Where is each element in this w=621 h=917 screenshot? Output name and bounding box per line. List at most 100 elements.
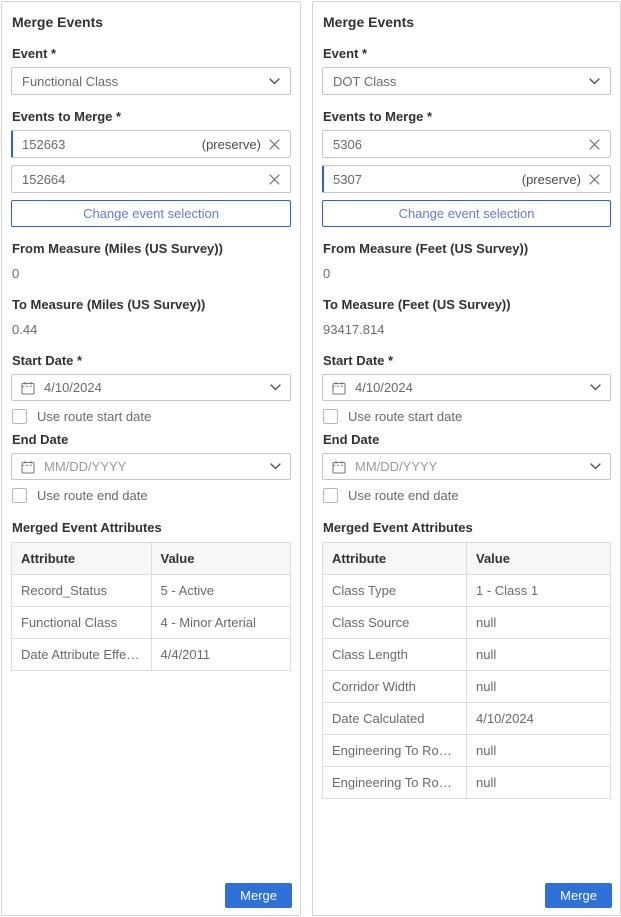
value-cell: 5 - Active	[151, 575, 291, 607]
end-date-label: End Date	[12, 432, 291, 447]
attribute-cell: Engineering To Route ...	[323, 767, 467, 799]
table-row: Class Type 1 - Class 1	[323, 575, 611, 607]
use-route-end-date-row: Use route end date	[12, 488, 291, 503]
use-route-end-date-checkbox[interactable]	[323, 488, 338, 503]
event-select-value: Functional Class	[22, 74, 118, 89]
attribute-cell: Date Attribute Effective	[12, 639, 152, 671]
panel-title: Merge Events	[12, 14, 291, 30]
attribute-column-header: Attribute	[12, 543, 152, 575]
merge-events-panel-dot-class: Merge Events Event * DOT Class Events to…	[312, 1, 621, 916]
close-icon[interactable]	[269, 174, 280, 185]
table-row: Class Length null	[323, 639, 611, 671]
to-measure-label: To Measure (Miles (US Survey))	[12, 297, 291, 312]
close-icon[interactable]	[589, 139, 600, 150]
value-cell: null	[467, 735, 611, 767]
value-cell: 4/4/2011	[151, 639, 291, 671]
calendar-icon	[332, 460, 346, 474]
from-measure-label: From Measure (Feet (US Survey))	[323, 241, 611, 256]
calendar-icon	[21, 460, 35, 474]
table-row: Date Attribute Effective 4/4/2011	[12, 639, 291, 671]
value-cell: 1 - Class 1	[467, 575, 611, 607]
use-route-start-date-checkbox[interactable]	[12, 409, 27, 424]
events-to-merge-label: Events to Merge *	[323, 109, 611, 124]
start-date-input[interactable]: 4/10/2024	[322, 374, 611, 401]
use-route-start-date-label: Use route start date	[348, 409, 462, 424]
use-route-end-date-checkbox[interactable]	[12, 488, 27, 503]
events-to-merge-label: Events to Merge *	[12, 109, 291, 124]
table-header-row: Attribute Value	[12, 543, 291, 575]
chevron-down-icon	[590, 384, 601, 391]
panel-title: Merge Events	[323, 14, 611, 30]
close-icon[interactable]	[589, 174, 600, 185]
event-label: Event *	[12, 46, 291, 61]
use-route-start-date-row: Use route start date	[323, 409, 611, 424]
calendar-icon	[21, 381, 35, 395]
attribute-cell: Class Type	[323, 575, 467, 607]
value-cell: null	[467, 671, 611, 703]
merge-button[interactable]: Merge	[225, 883, 292, 908]
use-route-start-date-checkbox[interactable]	[323, 409, 338, 424]
chevron-down-icon	[589, 78, 600, 85]
start-date-value: 4/10/2024	[355, 380, 413, 395]
attribute-cell: Date Calculated	[323, 703, 467, 735]
to-measure-value: 0.44	[12, 322, 291, 337]
to-measure-label: To Measure (Feet (US Survey))	[323, 297, 611, 312]
use-route-start-date-row: Use route start date	[12, 409, 291, 424]
chevron-down-icon	[270, 463, 281, 470]
merged-event-attributes-table: Attribute Value Class Type 1 - Class 1 C…	[322, 542, 611, 799]
attribute-cell: Engineering To RouteID	[323, 735, 467, 767]
merge-button[interactable]: Merge	[545, 883, 612, 908]
event-select[interactable]: Functional Class	[11, 67, 291, 95]
value-cell: 4/10/2024	[467, 703, 611, 735]
event-id: 5307	[333, 172, 362, 187]
merged-event-attributes-title: Merged Event Attributes	[323, 520, 611, 535]
event-select[interactable]: DOT Class	[322, 67, 611, 95]
event-id: 152664	[22, 172, 65, 187]
table-row: Corridor Width null	[323, 671, 611, 703]
event-label: Event *	[323, 46, 611, 61]
value-cell: null	[467, 767, 611, 799]
table-header-row: Attribute Value	[323, 543, 611, 575]
chevron-down-icon	[590, 463, 601, 470]
event-to-merge-item[interactable]: 5306	[322, 130, 611, 158]
value-column-header: Value	[151, 543, 291, 575]
table-row: Functional Class 4 - Minor Arterial	[12, 607, 291, 639]
attribute-cell: Functional Class	[12, 607, 152, 639]
value-column-header: Value	[467, 543, 611, 575]
end-date-label: End Date	[323, 432, 611, 447]
chevron-down-icon	[269, 78, 280, 85]
event-to-merge-item[interactable]: 5307 (preserve)	[322, 165, 611, 193]
start-date-label: Start Date *	[323, 353, 611, 368]
attribute-cell: Record_Status	[12, 575, 152, 607]
value-cell: null	[467, 639, 611, 671]
end-date-placeholder: MM/DD/YYYY	[355, 459, 437, 474]
event-id: 152663	[22, 137, 65, 152]
start-date-input[interactable]: 4/10/2024	[11, 374, 291, 401]
start-date-value: 4/10/2024	[44, 380, 102, 395]
event-to-merge-item[interactable]: 152664	[11, 165, 291, 193]
merge-events-panel-functional-class: Merge Events Event * Functional Class Ev…	[1, 1, 301, 916]
close-icon[interactable]	[269, 139, 280, 150]
start-date-label: Start Date *	[12, 353, 291, 368]
use-route-end-date-label: Use route end date	[37, 488, 148, 503]
table-row: Class Source null	[323, 607, 611, 639]
end-date-input[interactable]: MM/DD/YYYY	[11, 453, 291, 480]
end-date-input[interactable]: MM/DD/YYYY	[322, 453, 611, 480]
attribute-column-header: Attribute	[323, 543, 467, 575]
change-event-selection-button[interactable]: Change event selection	[322, 200, 611, 227]
chevron-down-icon	[270, 384, 281, 391]
change-event-selection-button[interactable]: Change event selection	[11, 200, 291, 227]
from-measure-value: 0	[323, 266, 611, 281]
calendar-icon	[332, 381, 346, 395]
table-row: Engineering To Route ... null	[323, 767, 611, 799]
from-measure-label: From Measure (Miles (US Survey))	[12, 241, 291, 256]
event-to-merge-item[interactable]: 152663 (preserve)	[11, 130, 291, 158]
attribute-cell: Corridor Width	[323, 671, 467, 703]
event-select-value: DOT Class	[333, 74, 396, 89]
preserve-badge: (preserve)	[202, 137, 269, 152]
preserve-badge: (preserve)	[522, 172, 589, 187]
table-row: Engineering To RouteID null	[323, 735, 611, 767]
end-date-placeholder: MM/DD/YYYY	[44, 459, 126, 474]
merge-events-workspace: Merge Events Event * Functional Class Ev…	[0, 0, 621, 917]
event-id: 5306	[333, 137, 362, 152]
